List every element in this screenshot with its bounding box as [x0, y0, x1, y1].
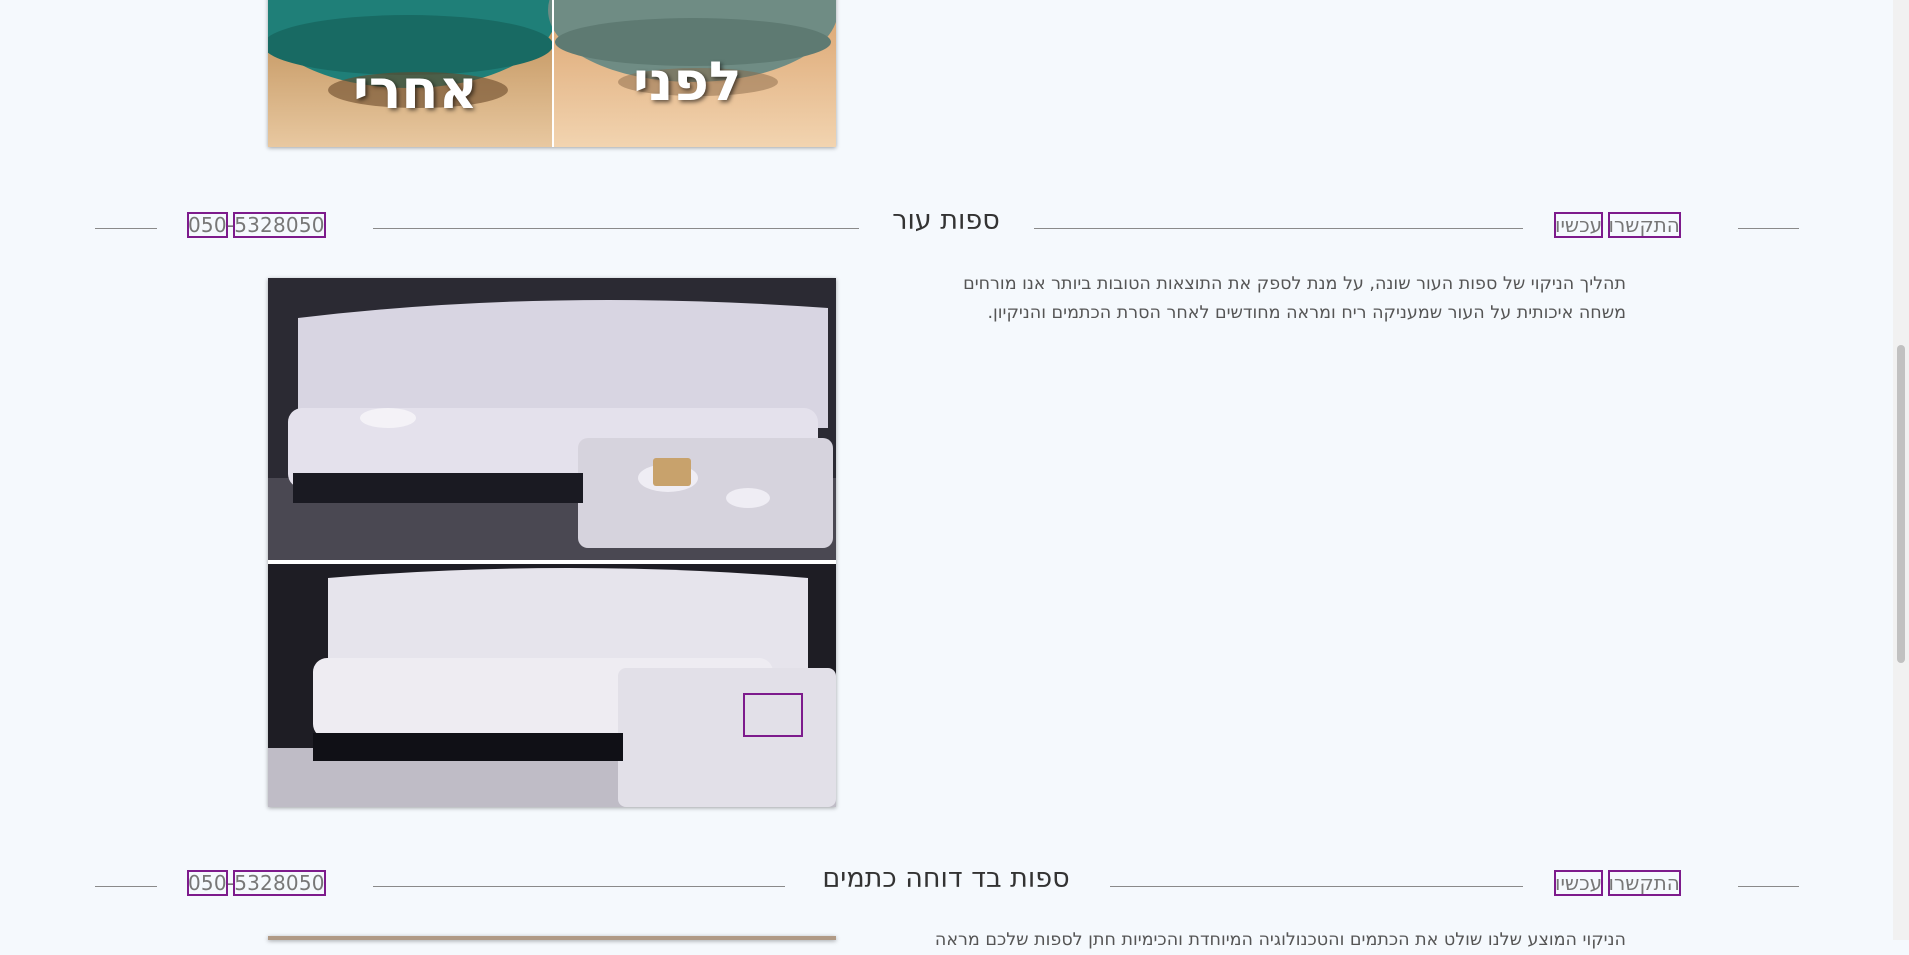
phone-link[interactable]: 050-5328050 [187, 212, 326, 238]
divider-line [1738, 886, 1799, 887]
cta-word-call[interactable]: התקשרו [1607, 870, 1681, 896]
vertical-scrollbar[interactable] [1893, 0, 1909, 940]
divider-line [373, 228, 859, 229]
description-line-1: הניקוי המוצע שלנו שולט את הכתמים והטכנול… [934, 930, 1626, 950]
scrollbar-thumb[interactable] [1897, 345, 1905, 663]
phone-prefix[interactable]: 050 [187, 212, 228, 238]
divider-line [1738, 228, 1799, 229]
before-after-cushion-image: אחרי לפני [268, 0, 836, 147]
divider-line [95, 228, 157, 229]
divider-line [1110, 886, 1523, 887]
section-title: ספות עור [892, 205, 1000, 236]
description-line-1: תהליך הניקוי של ספות העור שונה, על מנת ל… [963, 274, 1626, 294]
stain-repellent-sofa-image [268, 936, 836, 940]
phone-link[interactable]: 050-5328050 [187, 870, 326, 896]
phone-prefix[interactable]: 050 [187, 870, 228, 896]
section-description: הניקוי המוצע שלנו שולט את הכתמים והטכנול… [826, 926, 1626, 955]
call-now-link[interactable]: התקשרו עכשיו [1553, 212, 1681, 238]
before-label: לפני [633, 50, 742, 113]
leather-sofa-image [268, 278, 836, 807]
section-description: תהליך הניקוי של ספות העור שונה, על מנת ל… [886, 270, 1626, 328]
call-now-link[interactable]: התקשרו עכשיו [1553, 870, 1681, 896]
cta-word-call[interactable]: התקשרו [1607, 212, 1681, 238]
phone-number[interactable]: 5328050 [233, 212, 326, 238]
section-title: ספות בד דוחה כתמים [822, 863, 1070, 894]
divider-line [1034, 228, 1523, 229]
cta-word-now[interactable]: עכשיו [1553, 212, 1604, 238]
after-label: אחרי [353, 58, 478, 121]
divider-line [373, 886, 785, 887]
cta-word-now[interactable]: עכשיו [1553, 870, 1604, 896]
divider-line [95, 886, 157, 887]
description-line-2: משחה איכותית על העור שמעניקה ריח ומראה מ… [987, 303, 1626, 323]
phone-number[interactable]: 5328050 [233, 870, 326, 896]
highlight-box [743, 693, 803, 737]
